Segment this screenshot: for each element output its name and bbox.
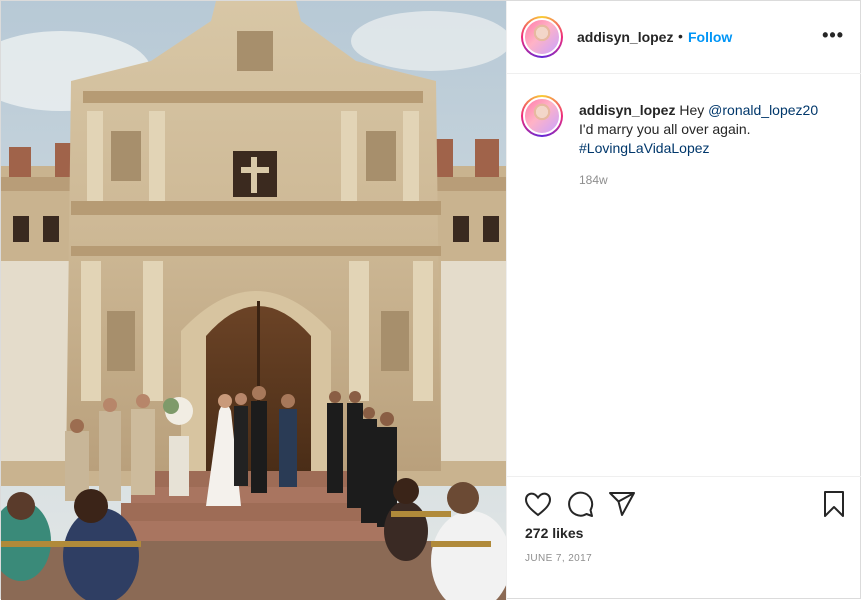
comment-bubble-icon[interactable]: [565, 489, 595, 519]
caption-mention-link[interactable]: @ronald_lopez20: [708, 102, 818, 118]
header-username[interactable]: addisyn_lopez: [577, 29, 673, 45]
profile-picture: [523, 97, 561, 135]
instagram-post: addisyn_lopez • Follow ••• addisyn_lopez…: [0, 0, 861, 600]
profile-picture: [523, 18, 561, 56]
caption-username[interactable]: addisyn_lopez: [579, 102, 675, 118]
caption-prefix: Hey: [679, 102, 705, 118]
paper-plane-icon[interactable]: [607, 489, 637, 519]
avatar[interactable]: [521, 16, 563, 58]
more-options-icon[interactable]: •••: [822, 25, 844, 46]
likes-count[interactable]: 272 likes: [525, 525, 583, 541]
heart-icon[interactable]: [523, 489, 553, 519]
follow-separator: •: [678, 28, 683, 44]
caption-line: I'd marry you all over again.: [579, 121, 751, 137]
post-date[interactable]: JUNE 7, 2017: [525, 553, 592, 564]
action-bar: 272 likes JUNE 7, 2017: [507, 476, 861, 600]
follow-button[interactable]: Follow: [688, 29, 732, 45]
post-photo[interactable]: [1, 1, 506, 600]
caption-avatar[interactable]: [521, 95, 563, 137]
bookmark-icon[interactable]: [819, 489, 849, 519]
wedding-church-photo: [1, 1, 506, 600]
caption-time-ago[interactable]: 184w: [579, 173, 608, 187]
post-header: addisyn_lopez • Follow •••: [507, 1, 861, 74]
caption-text: addisyn_lopez Hey @ronald_lopez20 I'd ma…: [579, 101, 849, 158]
caption-hashtag-link[interactable]: #LovingLaVidaLopez: [579, 140, 710, 156]
post-sidebar: addisyn_lopez • Follow ••• addisyn_lopez…: [506, 1, 861, 600]
